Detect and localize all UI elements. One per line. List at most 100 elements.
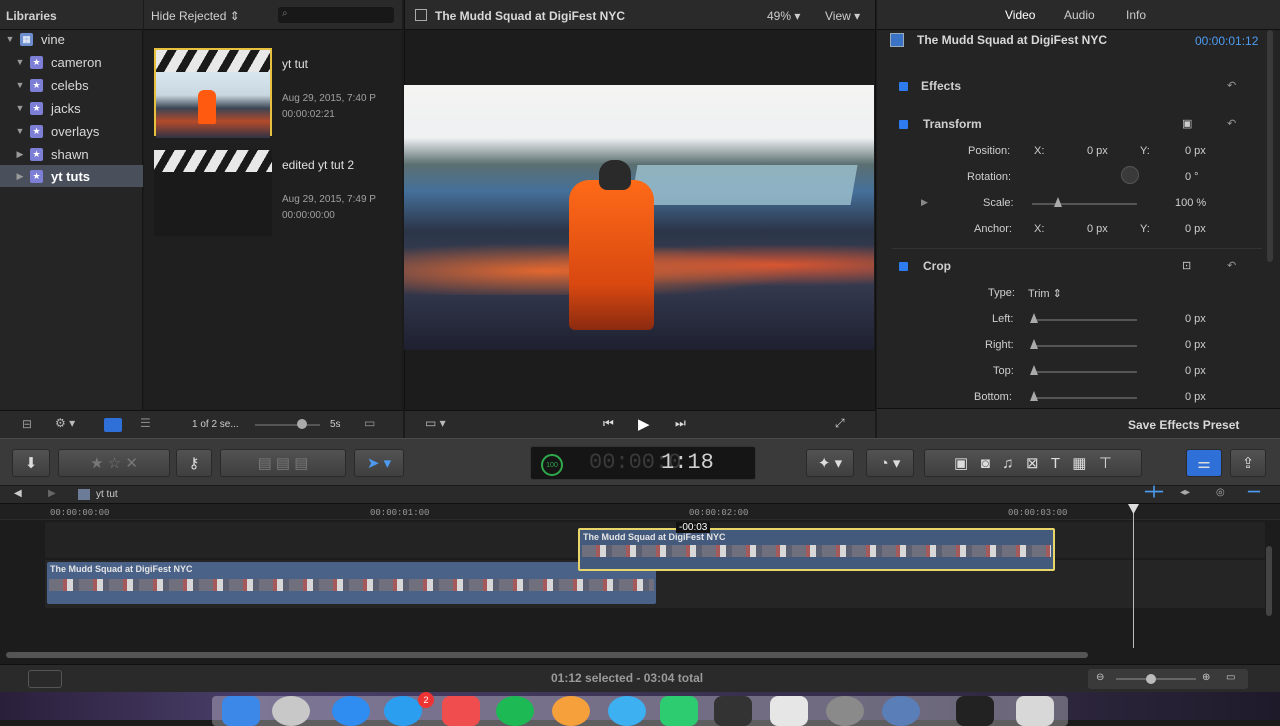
- dashboard-timecode[interactable]: 100 00:00:0 1:18: [530, 446, 756, 480]
- rotation-dial[interactable]: [1121, 166, 1139, 184]
- list-view-icon[interactable]: ☰: [140, 416, 151, 430]
- forward-arrow-icon[interactable]: ▶: [48, 488, 56, 499]
- scale-slider[interactable]: [1032, 203, 1137, 205]
- filmstrip-view-button[interactable]: [104, 418, 122, 432]
- facetime-icon[interactable]: [660, 696, 698, 726]
- share-button[interactable]: ⇪: [1230, 449, 1266, 477]
- timeline-scrollbar[interactable]: [6, 652, 1088, 658]
- transform-onscreen-icon[interactable]: ▣: [1182, 117, 1192, 130]
- crop-bottom-slider[interactable]: [1032, 397, 1137, 399]
- scale-value[interactable]: 100 %: [1175, 197, 1206, 209]
- back-arrow-icon[interactable]: ◀: [14, 488, 22, 499]
- transform-enable-checkbox[interactable]: [899, 120, 908, 129]
- event-item-cameron[interactable]: ▼ ★ cameron: [0, 51, 143, 73]
- crop-onscreen-icon[interactable]: ⊡: [1182, 259, 1191, 272]
- sidebar-toggle-icon[interactable]: ⊟: [22, 417, 32, 431]
- tab-video[interactable]: Video: [1005, 8, 1035, 22]
- disclosure-closed-icon[interactable]: ▶: [10, 171, 30, 182]
- scale-disclosure-icon[interactable]: ▶: [921, 197, 928, 208]
- clip-appearance-icon[interactable]: ▭: [364, 416, 375, 430]
- spotify-icon[interactable]: [496, 696, 534, 726]
- viewer-video-frame[interactable]: [404, 85, 874, 350]
- disclosure-open-icon[interactable]: ▼: [10, 80, 30, 90]
- keyword-button[interactable]: ⚷: [176, 449, 212, 477]
- crop-right-thumb[interactable]: [1030, 339, 1038, 349]
- background-tasks-dial[interactable]: 100: [541, 454, 563, 476]
- crop-bottom-value[interactable]: 0 px: [1185, 391, 1206, 403]
- viewer-view-dropdown[interactable]: View ▾: [825, 9, 860, 23]
- app-store-icon[interactable]: [384, 696, 422, 726]
- tab-audio[interactable]: Audio: [1064, 8, 1095, 22]
- clip-appearance-icon[interactable]: ▭: [1226, 672, 1235, 683]
- retime-dropdown[interactable]: ◔ ▾: [866, 449, 914, 477]
- next-edit-icon[interactable]: ⏭: [675, 416, 686, 431]
- disclosure-open-icon[interactable]: ▼: [0, 34, 20, 44]
- tab-info[interactable]: Info: [1126, 8, 1146, 22]
- viewer-zoom-dropdown[interactable]: 49% ▾: [767, 9, 800, 23]
- select-tool-dropdown[interactable]: ➤ ▾: [354, 449, 404, 477]
- crop-left-thumb[interactable]: [1030, 313, 1038, 323]
- snapping-icon[interactable]: ━━: [1248, 487, 1260, 498]
- disclosure-open-icon[interactable]: ▼: [10, 57, 30, 67]
- anchor-y-value[interactable]: 0 px: [1185, 223, 1206, 235]
- playhead-line[interactable]: [1133, 508, 1134, 648]
- timeline-clip-connected[interactable]: The Mudd Squad at DigiFest NYC: [578, 528, 1055, 571]
- play-icon[interactable]: ▶: [638, 415, 650, 433]
- disclosure-open-icon[interactable]: ▼: [10, 126, 30, 136]
- viewer-format-icon[interactable]: ▭ ▾: [425, 416, 446, 430]
- crop-left-value[interactable]: 0 px: [1185, 313, 1206, 325]
- messages-icon[interactable]: [608, 696, 646, 726]
- clip-zoom-thumb[interactable]: [297, 419, 307, 429]
- zoom-slider-track[interactable]: [1116, 678, 1196, 680]
- rotation-value[interactable]: 0 °: [1185, 171, 1199, 183]
- zoom-slider-thumb[interactable]: [1146, 674, 1156, 684]
- browser-search-input[interactable]: ⌕: [278, 7, 394, 23]
- crop-left-slider[interactable]: [1032, 319, 1137, 321]
- clip-zoom-slider[interactable]: [255, 424, 320, 426]
- event-item-shawn[interactable]: ▶ ★ shawn: [0, 143, 143, 165]
- crop-type-dropdown[interactable]: Trim ⇕: [1028, 287, 1062, 300]
- crop-right-value[interactable]: 0 px: [1185, 339, 1206, 351]
- timeline-vscrollbar[interactable]: [1266, 546, 1272, 616]
- audio-skimming-icon[interactable]: ◂▸: [1180, 487, 1190, 498]
- anchor-x-value[interactable]: 0 px: [1087, 223, 1108, 235]
- save-effects-preset-button[interactable]: Save Effects Preset: [1128, 418, 1239, 432]
- fullscreen-icon[interactable]: ⤢: [835, 416, 845, 431]
- effects-enable-checkbox[interactable]: [899, 82, 908, 91]
- enhancements-dropdown[interactable]: ✦ ▾: [806, 449, 854, 477]
- crop-right-slider[interactable]: [1032, 345, 1137, 347]
- system-preferences-icon[interactable]: [826, 696, 864, 726]
- final-cut-icon[interactable]: [714, 696, 752, 726]
- media-browser-buttons[interactable]: ▣ ◙ ♫ ⊠ T ▦ ⊤: [924, 449, 1142, 477]
- clip-thumbnail-edited-yt-tut-2[interactable]: [154, 150, 272, 236]
- terminal-icon[interactable]: [956, 696, 994, 726]
- position-x-value[interactable]: 0 px: [1087, 145, 1108, 157]
- solo-icon[interactable]: ◎: [1216, 487, 1225, 498]
- calendar-icon[interactable]: [770, 696, 808, 726]
- edit-buttons[interactable]: ▤ ▤ ▤: [220, 449, 346, 477]
- event-item-yt-tuts[interactable]: ▶ ★ yt tuts: [0, 165, 143, 187]
- disclosure-open-icon[interactable]: ▼: [10, 103, 30, 113]
- timeline-clip-main[interactable]: The Mudd Squad at DigiFest NYC: [47, 562, 656, 604]
- crop-top-slider[interactable]: [1032, 371, 1137, 373]
- photos-icon[interactable]: [552, 696, 590, 726]
- safari-icon[interactable]: [332, 696, 370, 726]
- event-item-overlays[interactable]: ▼ ★ overlays: [0, 120, 143, 142]
- crop-bottom-thumb[interactable]: [1030, 391, 1038, 401]
- crop-top-value[interactable]: 0 px: [1185, 365, 1206, 377]
- import-button[interactable]: ⬇: [12, 449, 50, 477]
- reset-icon[interactable]: ↶: [1227, 117, 1236, 130]
- previous-edit-icon[interactable]: ⏮: [603, 416, 614, 431]
- crop-enable-checkbox[interactable]: [899, 262, 908, 271]
- launchpad-icon[interactable]: [272, 696, 310, 726]
- action-gear-icon[interactable]: ⚙ ▾: [55, 416, 75, 430]
- inspector-scrollbar[interactable]: [1267, 30, 1273, 262]
- skimming-icon[interactable]: ━╋━: [1145, 487, 1163, 498]
- clip-thumbnail-yt-tut[interactable]: [154, 48, 272, 138]
- disclosure-closed-icon[interactable]: ▶: [10, 149, 30, 160]
- crop-top-thumb[interactable]: [1030, 365, 1038, 375]
- event-item-jacks[interactable]: ▼ ★ jacks: [0, 97, 143, 119]
- rating-buttons[interactable]: ★ ☆ ✕: [58, 449, 170, 477]
- reset-icon[interactable]: ↶: [1227, 79, 1236, 92]
- music-icon[interactable]: [442, 696, 480, 726]
